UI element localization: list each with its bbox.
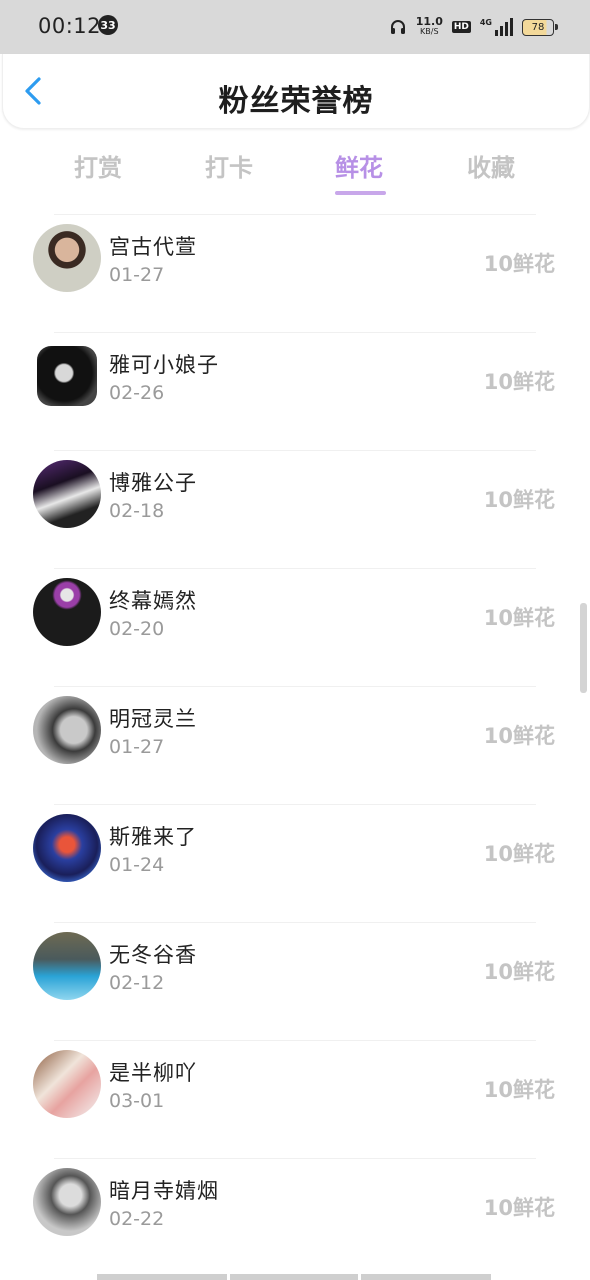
fan-name: 雅可小娘子 bbox=[109, 353, 219, 377]
list-item[interactable]: 斯雅来了 01-24 10鲜花 bbox=[0, 797, 590, 915]
fan-amount: 10鲜花 bbox=[483, 842, 555, 866]
net-speed-value: 11.0 bbox=[415, 15, 443, 28]
avatar bbox=[33, 578, 101, 646]
tab-reward[interactable]: 打赏 bbox=[74, 148, 122, 183]
tab-flowers[interactable]: 鲜花 bbox=[335, 148, 383, 183]
bottom-bar-segment bbox=[230, 1274, 358, 1280]
list-item[interactable]: 博雅公子 02-18 10鲜花 bbox=[0, 443, 590, 561]
tab-checkin[interactable]: 打卡 bbox=[205, 148, 253, 183]
fan-name: 宫古代萱 bbox=[109, 235, 197, 259]
header: 粉丝荣誉榜 bbox=[2, 54, 590, 129]
battery-level: 78 bbox=[531, 21, 545, 33]
status-time: 00:12 bbox=[38, 14, 102, 38]
fan-date: 02-20 bbox=[109, 618, 165, 640]
hd-badge: HD bbox=[451, 21, 471, 33]
net-speed: 11.0 KB/S bbox=[415, 15, 443, 37]
fan-amount: 10鲜花 bbox=[483, 252, 555, 276]
tab-favorites[interactable]: 收藏 bbox=[467, 148, 515, 183]
list-item[interactable]: 宫古代萱 01-27 10鲜花 bbox=[0, 207, 590, 325]
avatar bbox=[33, 224, 101, 292]
net-speed-unit: KB/S bbox=[420, 27, 439, 36]
avatar bbox=[33, 814, 101, 882]
fan-amount: 10鲜花 bbox=[483, 960, 555, 984]
fan-date: 02-18 bbox=[109, 500, 165, 522]
battery-icon: 78 bbox=[522, 18, 558, 36]
bottom-bar-segment bbox=[361, 1274, 491, 1280]
fan-amount: 10鲜花 bbox=[483, 1196, 555, 1220]
avatar bbox=[33, 1050, 101, 1118]
notification-badge: 33 bbox=[98, 15, 118, 35]
active-tab-indicator bbox=[335, 191, 386, 195]
avatar bbox=[37, 346, 97, 406]
signal-icon: 4G bbox=[480, 18, 513, 36]
fan-amount: 10鲜花 bbox=[483, 1078, 555, 1102]
fan-date: 03-01 bbox=[109, 1090, 165, 1112]
fan-amount: 10鲜花 bbox=[483, 606, 555, 630]
fan-date: 01-27 bbox=[109, 736, 165, 758]
fan-date: 02-26 bbox=[109, 382, 165, 404]
page-title: 粉丝荣誉榜 bbox=[218, 84, 374, 119]
fan-name: 暗月寺婧烟 bbox=[109, 1179, 219, 1203]
list-item[interactable]: 无冬谷香 02-12 10鲜花 bbox=[0, 915, 590, 1033]
list-item[interactable]: 终幕嫣然 02-20 10鲜花 bbox=[0, 561, 590, 679]
fan-date: 01-27 bbox=[109, 264, 165, 286]
fan-name: 无冬谷香 bbox=[109, 943, 197, 967]
bottom-bar-segment bbox=[97, 1274, 227, 1280]
avatar bbox=[33, 696, 101, 764]
avatar bbox=[33, 460, 101, 528]
fan-amount: 10鲜花 bbox=[483, 488, 555, 512]
list-item[interactable]: 是半柳吖 03-01 10鲜花 bbox=[0, 1033, 590, 1151]
network-type: 4G bbox=[479, 18, 492, 27]
fan-name: 明冠灵兰 bbox=[109, 707, 197, 731]
fan-amount: 10鲜花 bbox=[483, 724, 555, 748]
fan-name: 是半柳吖 bbox=[109, 1061, 197, 1085]
fan-list: 宫古代萱 01-27 10鲜花 雅可小娘子 02-26 10鲜花 博雅公子 02… bbox=[0, 207, 590, 1269]
avatar bbox=[33, 1168, 101, 1236]
fan-amount: 10鲜花 bbox=[483, 370, 555, 394]
scrollbar[interactable] bbox=[580, 603, 587, 693]
fan-date: 01-24 bbox=[109, 854, 165, 876]
list-item[interactable]: 雅可小娘子 02-26 10鲜花 bbox=[0, 325, 590, 443]
fan-date: 02-22 bbox=[109, 1208, 165, 1230]
list-item[interactable]: 暗月寺婧烟 02-22 10鲜花 bbox=[0, 1151, 590, 1269]
fan-name: 斯雅来了 bbox=[109, 825, 197, 849]
list-item[interactable]: 明冠灵兰 01-27 10鲜花 bbox=[0, 679, 590, 797]
fan-name: 终幕嫣然 bbox=[109, 589, 197, 613]
tab-bar: 打赏 打卡 鲜花 收藏 bbox=[0, 140, 590, 200]
fan-date: 02-12 bbox=[109, 972, 165, 994]
status-bar: 00:12 33 11.0 KB/S HD 4G 78 bbox=[0, 0, 590, 54]
avatar bbox=[33, 932, 101, 1000]
fan-name: 博雅公子 bbox=[109, 471, 197, 495]
headphones-icon bbox=[390, 20, 405, 34]
